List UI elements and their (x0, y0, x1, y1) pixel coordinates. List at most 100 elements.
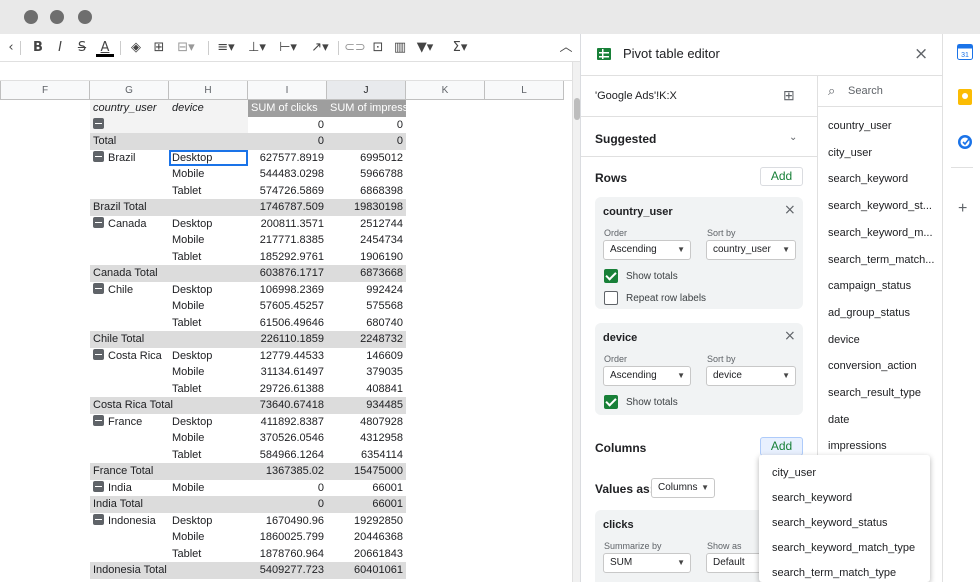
pivot-impressions-cell[interactable]: 0 (327, 133, 406, 150)
pivot-impressions-cell[interactable]: 6354114 (327, 446, 406, 463)
column-header-k[interactable]: K (406, 81, 485, 100)
select-range-icon[interactable]: ⊞ (783, 87, 795, 104)
column-header-f[interactable]: F (0, 81, 90, 100)
vertical-scrollbar[interactable] (572, 62, 580, 582)
pivot-device-cell[interactable]: Desktop (169, 413, 248, 430)
pivot-country-cell[interactable]: Total (90, 133, 248, 150)
pivot-clicks-cell[interactable]: 61506.49646 (248, 314, 327, 331)
pivot-country-cell[interactable] (90, 446, 169, 463)
pivot-country-cell[interactable]: Brazil Total (90, 199, 248, 216)
close-editor-icon[interactable]: × (914, 44, 928, 64)
pivot-impressions-cell[interactable]: 0 (327, 116, 406, 133)
field-item[interactable]: campaign_status (828, 280, 911, 292)
text-wrap-icon[interactable]: ⊢▾ (276, 39, 300, 57)
pivot-clicks-cell[interactable]: 12779.44533 (248, 347, 327, 364)
pivot-device-cell[interactable]: Desktop (169, 215, 248, 232)
field-item[interactable]: impressions (828, 440, 887, 452)
pivot-header-country[interactable]: country_user (90, 100, 169, 117)
show-as-select[interactable]: Default (706, 553, 766, 573)
bold-icon[interactable]: B (30, 39, 46, 57)
pivot-device-cell[interactable]: Mobile (169, 364, 248, 381)
pivot-clicks-cell[interactable]: 200811.3571 (248, 215, 327, 232)
pivot-impressions-cell[interactable]: 5966788 (327, 166, 406, 183)
field-item[interactable]: country_user (828, 120, 892, 132)
insert-chart-icon[interactable]: ▥ (392, 39, 408, 57)
order-select[interactable]: Ascending ▼ (603, 366, 691, 386)
field-item[interactable]: search_term_match... (828, 254, 934, 266)
pivot-impressions-cell[interactable]: 1906190 (327, 248, 406, 265)
pivot-clicks-cell[interactable]: 1746787.509 (248, 199, 327, 216)
pivot-device-cell[interactable]: Desktop (169, 281, 248, 298)
pivot-impressions-cell[interactable]: 2454734 (327, 232, 406, 249)
pivot-device-cell[interactable]: Mobile (169, 430, 248, 447)
dropdown-field-option[interactable]: search_keyword (772, 492, 852, 504)
pivot-country-cell[interactable] (90, 116, 169, 133)
pivot-clicks-cell[interactable]: 0 (248, 133, 327, 150)
field-item[interactable]: search_keyword_m... (828, 227, 933, 239)
pivot-device-cell[interactable]: Desktop (169, 512, 248, 529)
pivot-impressions-cell[interactable]: 146609 (327, 347, 406, 364)
pivot-device-cell[interactable]: Mobile (169, 529, 248, 546)
vertical-align-icon[interactable]: ⊥▾ (246, 39, 268, 57)
strikethrough-icon[interactable]: S (74, 39, 90, 57)
sort-by-select[interactable]: device ▼ (706, 366, 796, 386)
pivot-country-cell[interactable]: India (90, 479, 169, 496)
suggested-section[interactable]: Suggested (595, 132, 656, 146)
pivot-country-cell[interactable]: France Total (90, 463, 248, 480)
column-header-i[interactable]: I (248, 81, 327, 100)
pivot-impressions-cell[interactable]: 2512744 (327, 215, 406, 232)
pivot-impressions-cell[interactable]: 6873668 (327, 265, 406, 282)
order-select[interactable]: Ascending ▼ (603, 240, 691, 260)
show-totals-checkbox[interactable] (604, 395, 618, 409)
zoom-window-dot[interactable] (78, 10, 92, 24)
rows-add-button[interactable]: Add (760, 167, 803, 186)
pivot-impressions-cell[interactable]: 19830198 (327, 199, 406, 216)
pivot-impressions-cell[interactable]: 20446368 (327, 529, 406, 546)
column-header-j[interactable]: J (327, 81, 406, 100)
pivot-country-cell[interactable]: Chile Total (90, 331, 248, 348)
sort-by-select[interactable]: country_user ▼ (706, 240, 796, 260)
insert-link-icon[interactable]: ⊂⊃ (344, 39, 366, 57)
functions-icon[interactable]: Σ▾ (448, 39, 472, 57)
pivot-clicks-cell[interactable]: 1878760.964 (248, 545, 327, 562)
field-item[interactable]: search_result_type (828, 387, 921, 399)
pivot-impressions-cell[interactable]: 20661843 (327, 545, 406, 562)
pivot-impressions-cell[interactable]: 6868398 (327, 182, 406, 199)
pivot-country-cell[interactable] (90, 430, 169, 447)
pivot-impressions-cell[interactable]: 680740 (327, 314, 406, 331)
pivot-clicks-cell[interactable]: 73640.67418 (248, 397, 327, 414)
pivot-clicks-cell[interactable]: 0 (248, 116, 327, 133)
fill-color-icon[interactable]: ◈ (127, 39, 145, 57)
field-item[interactable]: city_user (828, 147, 872, 159)
collapse-group-icon[interactable] (93, 117, 104, 129)
close-window-dot[interactable] (24, 10, 38, 24)
summarize-by-select[interactable]: SUM ▼ (603, 553, 691, 573)
pivot-impressions-cell[interactable]: 4807928 (327, 413, 406, 430)
pivot-impressions-cell[interactable]: 66001 (327, 496, 406, 513)
pivot-header-impressions[interactable]: SUM of impress (327, 100, 406, 117)
pivot-impressions-cell[interactable]: 992424 (327, 281, 406, 298)
field-item[interactable]: search_keyword_st... (828, 200, 932, 212)
collapse-group-icon[interactable] (93, 480, 104, 492)
keep-icon[interactable] (957, 89, 973, 105)
pivot-impressions-cell[interactable]: 6995012 (327, 149, 406, 166)
pivot-clicks-cell[interactable]: 106998.2369 (248, 281, 327, 298)
dropdown-field-option[interactable]: search_keyword_status (772, 517, 888, 529)
pivot-clicks-cell[interactable]: 627577.8919 (248, 149, 327, 166)
pivot-device-cell[interactable]: Mobile (169, 232, 248, 249)
pivot-country-cell[interactable]: Indonesia (90, 512, 169, 529)
field-item[interactable]: device (828, 334, 860, 346)
pivot-clicks-cell[interactable]: 57605.45257 (248, 298, 327, 315)
borders-icon[interactable]: ⊞ (150, 39, 168, 57)
pivot-country-cell[interactable] (90, 248, 169, 265)
column-header-h[interactable]: H (169, 81, 248, 100)
collapse-group-icon[interactable] (93, 348, 104, 360)
values-as-select[interactable]: Columns ▼ (651, 478, 715, 498)
pivot-country-cell[interactable]: France (90, 413, 169, 430)
pivot-country-cell[interactable] (90, 314, 169, 331)
pivot-clicks-cell[interactable]: 5409277.723 (248, 562, 327, 579)
pivot-impressions-cell[interactable]: 934485 (327, 397, 406, 414)
pivot-device-cell[interactable]: Tablet (169, 182, 248, 199)
pivot-device-cell[interactable]: Tablet (169, 314, 248, 331)
pivot-clicks-cell[interactable]: 185292.9761 (248, 248, 327, 265)
